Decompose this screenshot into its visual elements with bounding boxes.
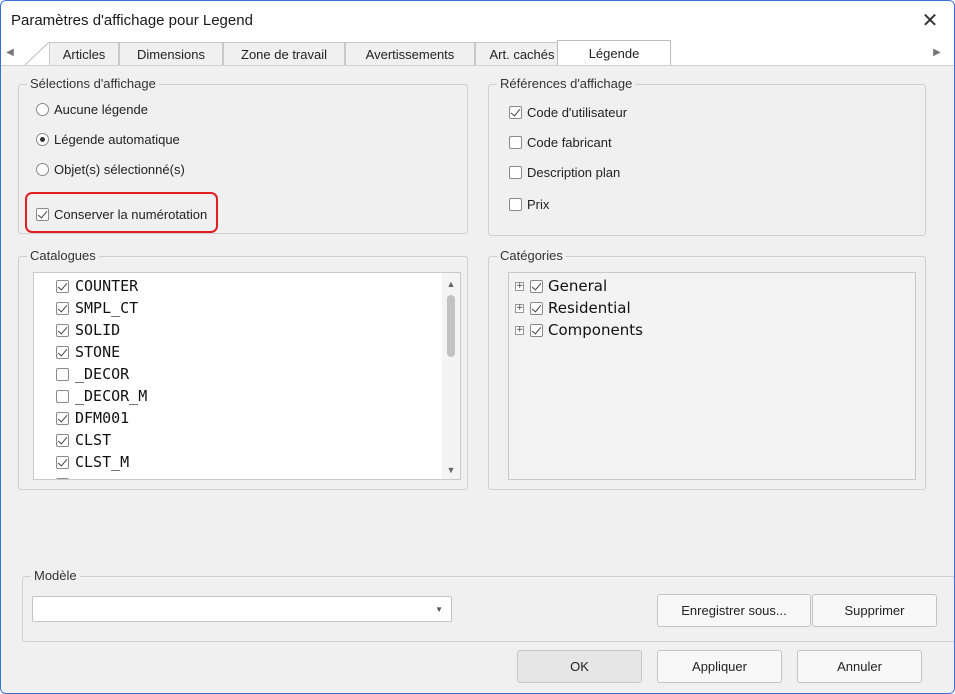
keep-numbering-checkbox[interactable]: Conserver la numérotation	[36, 207, 207, 222]
tab-legende[interactable]: Légende	[557, 40, 671, 66]
catalogues-list[interactable]: COUNTER SMPL_CT SOLID STONE _DECOR _DECO…	[33, 272, 461, 480]
checkbox-icon[interactable]	[509, 166, 522, 179]
checkbox-checked-icon[interactable]	[56, 323, 69, 337]
catalogues-scrollbar[interactable]: ▲ ▼	[442, 273, 460, 479]
apply-button[interactable]: Appliquer	[657, 650, 782, 683]
checkbox-icon[interactable]	[56, 389, 69, 403]
list-item[interactable]: CLST_M	[56, 452, 129, 472]
model-title: Modèle	[31, 568, 80, 584]
tab-dimensions[interactable]: Dimensions	[119, 42, 223, 65]
checkbox-icon[interactable]	[509, 136, 522, 149]
checkbox-icon[interactable]	[509, 198, 522, 211]
list-item[interactable]: SOLID	[56, 320, 120, 340]
list-item[interactable]: _DECOR	[56, 364, 129, 384]
dropdown-arrow-icon[interactable]: ▼	[435, 605, 443, 614]
radio-auto-legend[interactable]: Légende automatique	[36, 132, 180, 147]
checkbox-icon	[56, 477, 69, 479]
checkbox-checked-icon[interactable]	[56, 345, 69, 359]
radio-selected-objects[interactable]: Objet(s) sélectionné(s)	[36, 162, 185, 177]
tab-articles[interactable]: Articles	[49, 42, 119, 65]
checkbox-checked-icon[interactable]	[36, 208, 49, 221]
tab-art-caches[interactable]: Art. cachés	[475, 42, 569, 65]
close-icon[interactable]: ✕	[914, 7, 946, 33]
dialog-window: Paramètres d'affichage pour Legend ✕ ◀ A…	[0, 0, 955, 694]
categories-tree[interactable]: + General + Residential + Components	[508, 272, 916, 480]
radio-selected-icon[interactable]	[36, 133, 49, 146]
radio-icon[interactable]	[36, 163, 49, 176]
checkbox-user-code[interactable]: Code d'utilisateur	[509, 105, 627, 120]
checkbox-price[interactable]: Prix	[509, 197, 549, 212]
checkbox-manufacturer-code[interactable]: Code fabricant	[509, 135, 612, 150]
scroll-thumb[interactable]	[447, 295, 455, 357]
tab-zone-de-travail[interactable]: Zone de travail	[223, 42, 345, 65]
checkbox-icon[interactable]	[56, 367, 69, 381]
expand-icon[interactable]: +	[515, 281, 524, 291]
list-item[interactable]: SMPL_CT	[56, 298, 138, 318]
tab-avertissements[interactable]: Avertissements	[345, 42, 475, 65]
catalogues-title: Catalogues	[27, 248, 99, 264]
delete-button[interactable]: Supprimer	[812, 594, 937, 627]
save-as-button[interactable]: Enregistrer sous...	[657, 594, 811, 627]
checkbox-checked-icon[interactable]	[56, 433, 69, 447]
ok-button[interactable]: OK	[517, 650, 642, 683]
tree-item-residential[interactable]: + Residential	[515, 298, 631, 318]
tab-divider-icon	[24, 42, 50, 65]
tab-scroll-left-icon[interactable]: ◀	[3, 43, 17, 61]
expand-icon[interactable]: +	[515, 303, 524, 313]
checkbox-plan-description[interactable]: Description plan	[509, 165, 620, 180]
list-item[interactable]: COUNTER	[56, 276, 138, 296]
expand-icon[interactable]: +	[515, 325, 524, 335]
cancel-button[interactable]: Annuler	[797, 650, 922, 683]
list-item[interactable]: STONE	[56, 342, 120, 362]
radio-icon[interactable]	[36, 103, 49, 116]
checkbox-checked-icon[interactable]	[56, 279, 69, 293]
checkbox-checked-icon[interactable]	[530, 323, 543, 337]
list-item[interactable]: DFM001	[56, 408, 129, 428]
model-dropdown[interactable]: ▼	[32, 596, 452, 622]
tab-scroll-right-icon[interactable]: ▶	[930, 43, 944, 61]
checkbox-checked-icon[interactable]	[530, 301, 543, 315]
checkbox-checked-icon[interactable]	[56, 301, 69, 315]
radio-no-legend[interactable]: Aucune légende	[36, 102, 148, 117]
categories-title: Catégories	[497, 248, 566, 264]
tree-item-general[interactable]: + General	[515, 276, 607, 296]
checkbox-checked-icon[interactable]	[56, 411, 69, 425]
checkbox-checked-icon[interactable]	[509, 106, 522, 119]
display-references-title: Références d'affichage	[497, 76, 636, 92]
tab-content: Sélections d'affichage Aucune légende Lé…	[1, 65, 954, 693]
scroll-down-icon[interactable]: ▼	[446, 465, 456, 475]
title-bar: Paramètres d'affichage pour Legend ✕	[1, 1, 954, 39]
scroll-up-icon[interactable]: ▲	[446, 279, 456, 289]
checkbox-checked-icon[interactable]	[530, 279, 543, 293]
list-item[interactable]: _DECOR_M	[56, 386, 147, 406]
checkbox-checked-icon[interactable]	[56, 455, 69, 469]
tab-strip: ◀ Articles Dimensions Zone de travail Av…	[1, 39, 954, 66]
dialog-title: Paramètres d'affichage pour Legend	[11, 12, 253, 29]
list-item-partial	[56, 474, 75, 479]
tree-item-components[interactable]: + Components	[515, 320, 643, 340]
list-item[interactable]: CLST	[56, 430, 111, 450]
display-selections-title: Sélections d'affichage	[27, 76, 159, 92]
